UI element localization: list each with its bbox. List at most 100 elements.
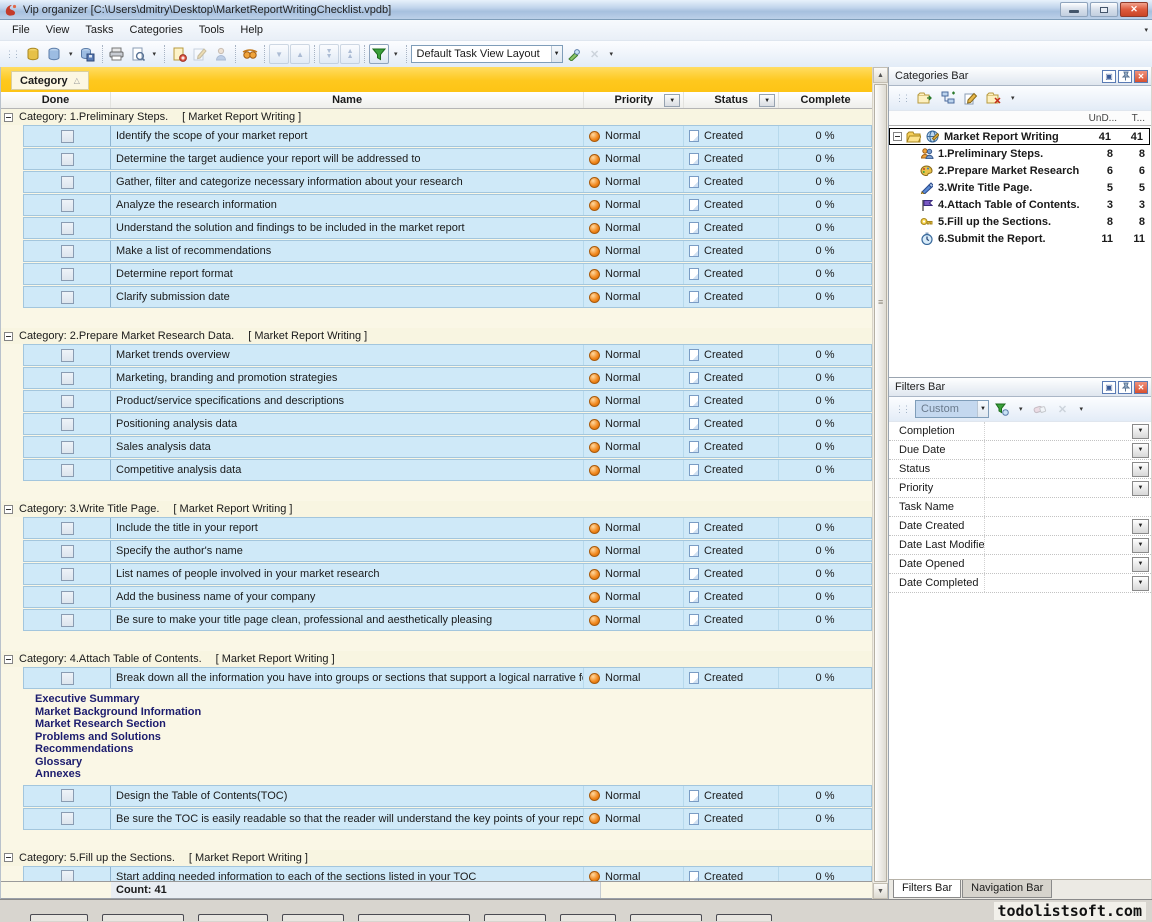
task-checkbox[interactable] (61, 464, 74, 477)
task-row[interactable]: Specify the author's nameNormalCreated0 … (23, 540, 872, 562)
filter-value-field[interactable] (984, 441, 1132, 459)
collapse-expander-icon[interactable] (4, 505, 13, 514)
view-tasks-button[interactable] (240, 44, 260, 64)
filter-dropdown-icon[interactable]: ▼ (1132, 538, 1149, 553)
filters-bar-close-icon[interactable]: ✕ (1134, 381, 1148, 394)
grid-vertical-scrollbar[interactable]: ▲ ≡ ▼ (872, 67, 888, 899)
task-checkbox[interactable] (61, 441, 74, 454)
task-checkbox[interactable] (61, 522, 74, 535)
menubar-overflow-icon[interactable]: ▾ (1140, 26, 1152, 34)
menu-view[interactable]: View (38, 22, 78, 38)
delete-filter-button[interactable]: ✕ (1053, 399, 1073, 419)
filter-value-field[interactable] (984, 555, 1132, 573)
task-checkbox[interactable] (61, 614, 74, 627)
filter-dropdown-icon[interactable]: ▼ (1132, 481, 1149, 496)
tree-item[interactable]: Market Report Writing4141 (889, 128, 1150, 145)
move-to-top-button[interactable]: ▲▲ (340, 44, 360, 64)
rename-layout-button[interactable] (564, 44, 584, 64)
task-checkbox[interactable] (61, 199, 74, 212)
categories-bar-pin-icon[interactable] (1118, 70, 1132, 83)
menu-tools[interactable]: Tools (191, 22, 233, 38)
apply-filter-dropdown-icon[interactable]: ▾ (1015, 405, 1027, 413)
task-checkbox[interactable] (61, 176, 74, 189)
tab-navigation-bar[interactable]: Navigation Bar (962, 880, 1052, 898)
column-header-name[interactable]: Name (111, 92, 584, 108)
categories-toolbar-overflow-icon[interactable]: ▾ (1007, 94, 1019, 102)
status-filter-dropdown-icon[interactable]: ▼ (759, 94, 775, 107)
tree-expander-icon[interactable] (893, 132, 902, 141)
category-header-row[interactable]: Category: 4.Attach Table of Contents.[ M… (1, 651, 872, 667)
priority-filter-dropdown-icon[interactable]: ▼ (664, 94, 680, 107)
task-row[interactable]: Marketing, branding and promotion strate… (23, 367, 872, 389)
collapse-expander-icon[interactable] (4, 332, 13, 341)
new-database-button[interactable] (23, 44, 43, 64)
menu-categories[interactable]: Categories (122, 22, 191, 38)
tree-item[interactable]: 1.Preliminary Steps.88 (889, 145, 1151, 162)
menu-file[interactable]: File (4, 22, 38, 38)
edit-category-button[interactable] (961, 88, 981, 108)
task-checkbox[interactable] (61, 591, 74, 604)
move-down-button[interactable]: ▼ (269, 44, 289, 64)
task-checkbox[interactable] (61, 130, 74, 143)
filter-dropdown-icon[interactable]: ▼ (1132, 557, 1149, 572)
categories-bar-close-icon[interactable]: ✕ (1134, 70, 1148, 83)
task-row[interactable]: Clarify submission dateNormalCreated0 % (23, 286, 872, 308)
task-checkbox[interactable] (61, 291, 74, 304)
tree-item[interactable]: 3.Write Title Page.55 (889, 179, 1151, 196)
column-header-complete[interactable]: Complete (779, 92, 872, 108)
task-row[interactable]: Gather, filter and categorize necessary … (23, 171, 872, 193)
task-checkbox[interactable] (61, 245, 74, 258)
scroll-down-icon[interactable]: ▼ (873, 883, 888, 899)
scroll-up-icon[interactable]: ▲ (873, 67, 888, 83)
task-row[interactable]: Make a list of recommendationsNormalCrea… (23, 240, 872, 262)
column-header-done[interactable]: Done (1, 92, 111, 108)
categories-bar-restore-icon[interactable]: ▣ (1102, 70, 1116, 83)
task-row[interactable]: Add the business name of your companyNor… (23, 586, 872, 608)
task-row[interactable]: Market trends overviewNormalCreated0 % (23, 344, 872, 366)
filter-value-field[interactable] (984, 536, 1132, 554)
task-checkbox[interactable] (61, 672, 74, 685)
move-to-bottom-button[interactable]: ▼▼ (319, 44, 339, 64)
task-row[interactable]: Start adding needed information to each … (23, 866, 872, 882)
filter-dropdown-icon[interactable]: ▼ (1132, 424, 1149, 439)
category-header-row[interactable]: Category: 5.Fill up the Sections.[ Marke… (1, 850, 872, 866)
filters-bar-pin-icon[interactable] (1118, 381, 1132, 394)
filter-preset-arrow-icon[interactable]: ▼ (977, 401, 988, 417)
open-database-dropdown-icon[interactable]: ▾ (65, 50, 77, 58)
new-task-button[interactable] (169, 44, 189, 64)
delete-category-button[interactable] (984, 88, 1004, 108)
filter-value-field[interactable] (984, 460, 1132, 478)
filter-dropdown-icon[interactable]: ▼ (1132, 462, 1149, 477)
menu-tasks[interactable]: Tasks (77, 22, 121, 38)
add-category-button[interactable] (915, 88, 935, 108)
filters-bar-restore-icon[interactable]: ▣ (1102, 381, 1116, 394)
task-row[interactable]: Identify the scope of your market report… (23, 125, 872, 147)
task-checkbox[interactable] (61, 568, 74, 581)
column-header-priority[interactable]: Priority ▼ (584, 92, 684, 108)
task-checkbox[interactable] (61, 268, 74, 281)
print-preview-button[interactable] (128, 44, 148, 64)
filter-dropdown-icon[interactable]: ▼ (1132, 519, 1149, 534)
task-checkbox[interactable] (61, 812, 74, 825)
task-view-layout-button[interactable] (369, 44, 389, 64)
toolbar-overflow-icon[interactable]: ▾ (606, 50, 618, 58)
task-checkbox[interactable] (61, 222, 74, 235)
task-row[interactable]: Design the Table of Contents(TOC)NormalC… (23, 785, 872, 807)
filters-toolbar-overflow-icon[interactable]: ▾ (1076, 405, 1088, 413)
collapse-expander-icon[interactable] (4, 113, 13, 122)
save-database-button[interactable] (78, 44, 98, 64)
print-dropdown-icon[interactable]: ▾ (149, 50, 161, 58)
filter-value-field[interactable] (984, 574, 1132, 592)
task-row[interactable]: Determine report formatNormalCreated0 % (23, 263, 872, 285)
task-row[interactable]: List names of people involved in your ma… (23, 563, 872, 585)
filter-value-field[interactable] (984, 422, 1132, 440)
collapse-expander-icon[interactable] (4, 853, 13, 862)
clear-filter-button[interactable] (1030, 399, 1050, 419)
open-database-button[interactable] (44, 44, 64, 64)
task-row[interactable]: Product/service specifications and descr… (23, 390, 872, 412)
tree-item[interactable]: 4.Attach Table of Contents.33 (889, 196, 1151, 213)
scrollbar-thumb[interactable]: ≡ (874, 84, 887, 882)
task-row[interactable]: Be sure to make your title page clean, p… (23, 609, 872, 631)
column-undone[interactable]: UnD... (1087, 113, 1121, 124)
category-header-row[interactable]: Category: 2.Prepare Market Research Data… (1, 328, 872, 344)
